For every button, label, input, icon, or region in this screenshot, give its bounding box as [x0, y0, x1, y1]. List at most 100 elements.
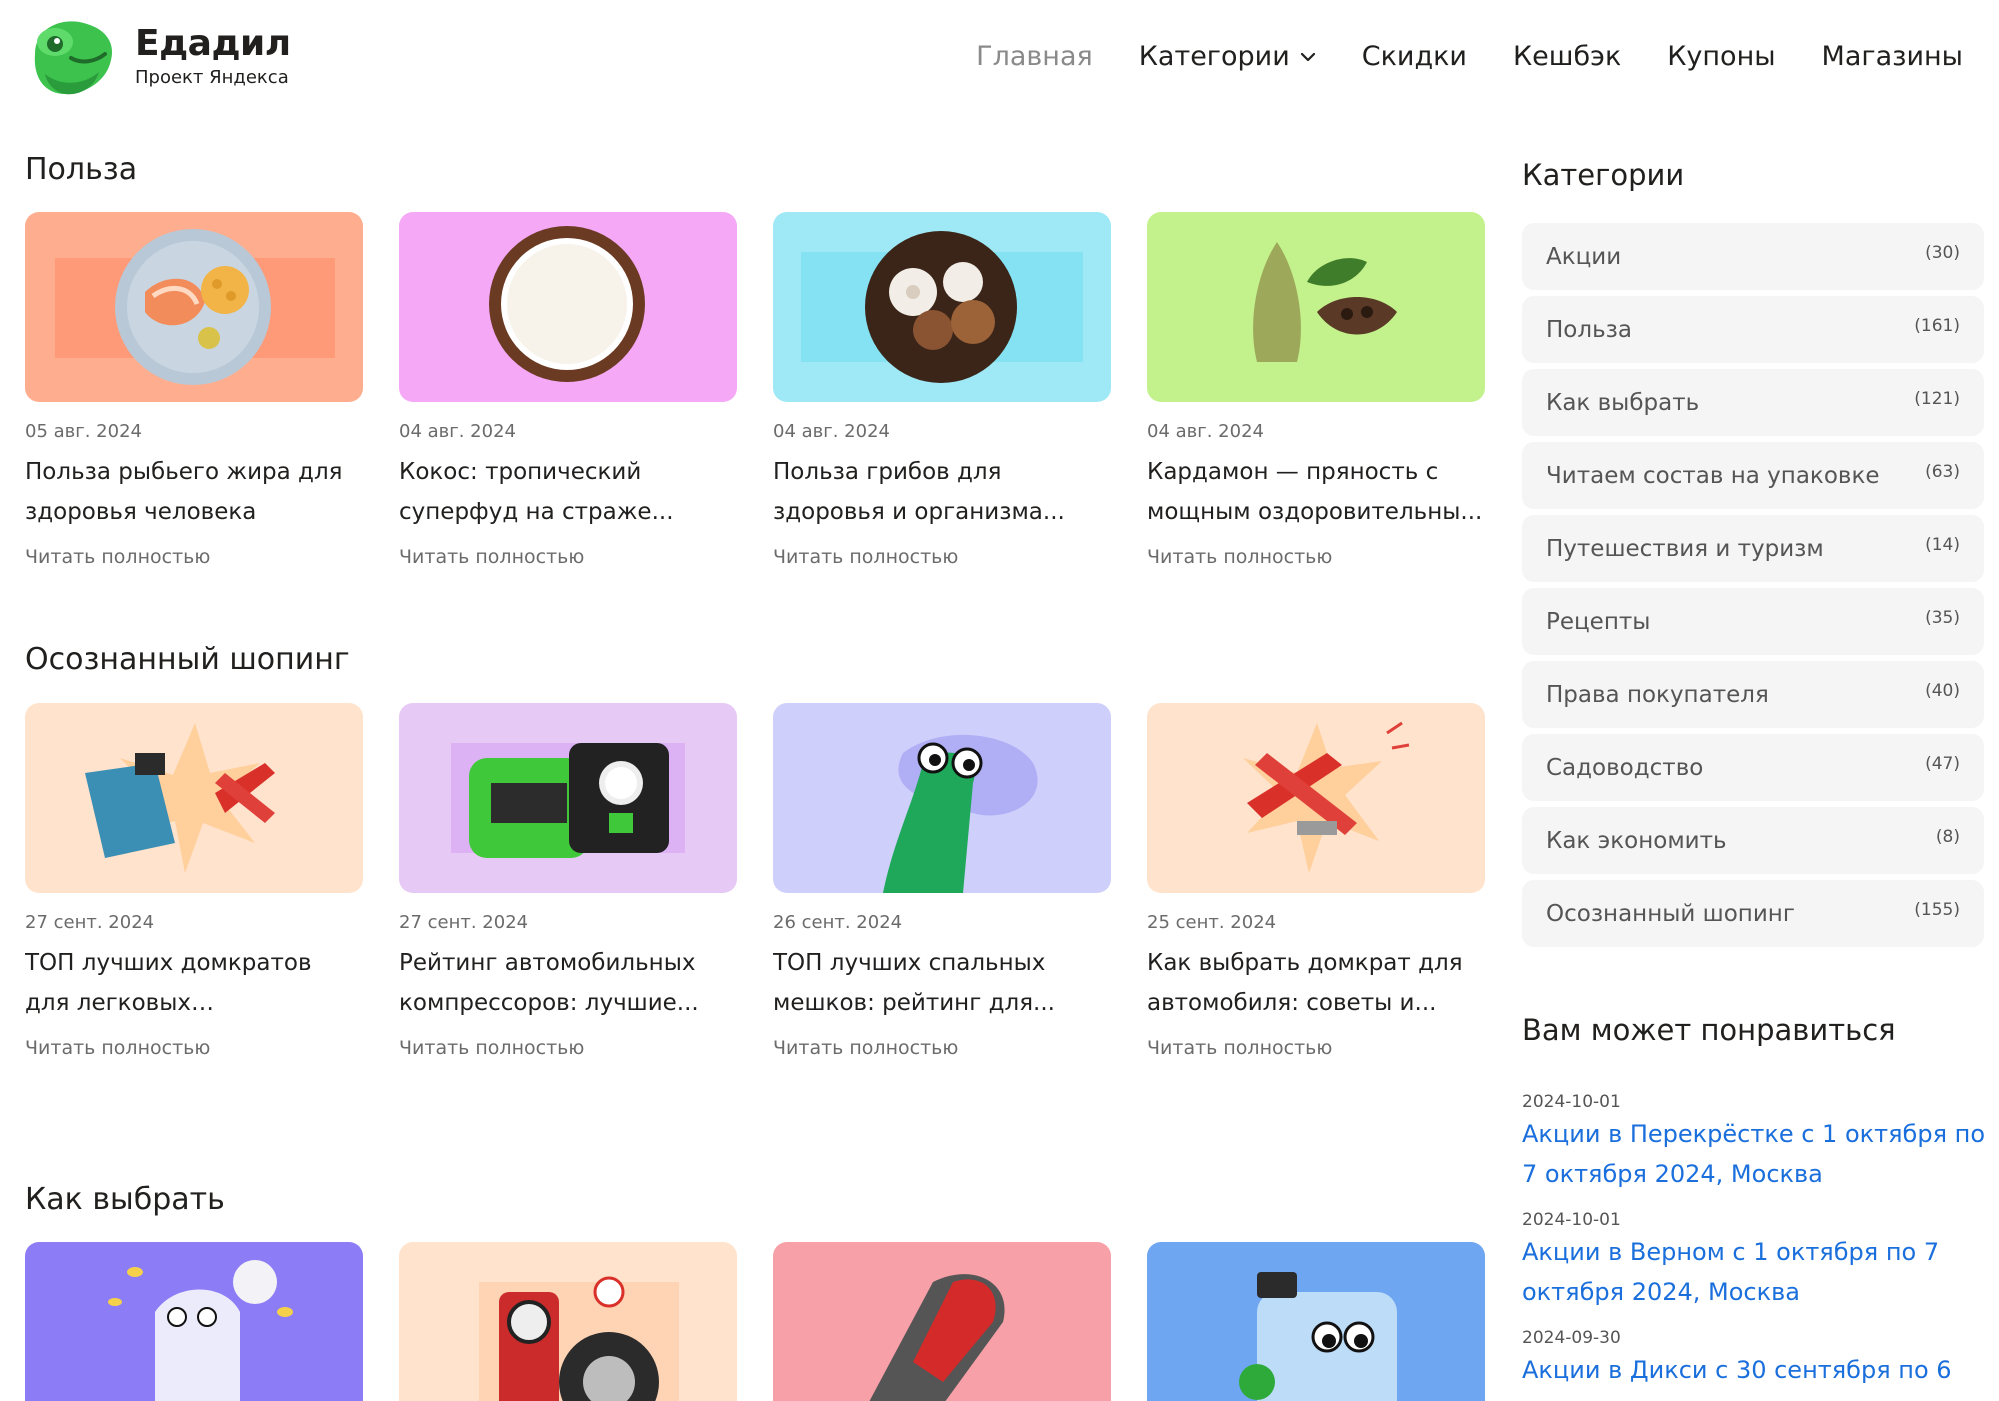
cardamom-icon [1147, 212, 1485, 402]
read-more-link[interactable]: Читать полностью [399, 1035, 737, 1061]
frog-logo-icon [25, 14, 117, 100]
category-count: (14) [1925, 535, 1960, 555]
category-name: Права покупателя [1546, 681, 1769, 708]
article-card[interactable]: 27 сент. 2024 ТОП лучших домкратов для л… [25, 703, 363, 1061]
car-jacks-icon [25, 703, 363, 893]
card-title[interactable]: Кардамон — пряность с мощным оздоровител… [1147, 452, 1485, 532]
mushrooms-icon [773, 212, 1111, 402]
section-title-how-to-choose: Как выбрать [25, 1182, 225, 1217]
category-name: Как экономить [1546, 827, 1727, 854]
category-item[interactable]: Читаем состав на упаковке (63) [1522, 442, 1984, 509]
card-date: 04 авг. 2024 [773, 421, 890, 442]
recommend-date: 2024-10-01 [1522, 1092, 1621, 1112]
vitamins-jar-icon [25, 1242, 363, 1401]
recommend-date: 2024-10-01 [1522, 1210, 1621, 1230]
recommend-title: Вам может понравиться [1522, 1013, 1896, 1047]
nav-coupons[interactable]: Купоны [1667, 38, 1775, 76]
tire-inflator-icon [399, 1242, 737, 1401]
nav-categories[interactable]: Категории [1139, 38, 1316, 76]
recommend-date: 2024-09-30 [1522, 1328, 1621, 1348]
main-nav: Главная Категории Скидки Кешбэк Купоны М… [930, 38, 1963, 76]
article-card[interactable]: 04 авг. 2024 Кардамон — пряность с мощны… [1147, 212, 1485, 570]
recommend-item: 2024-10-01 Акции в Верном с 1 октября по… [1522, 1208, 1992, 1312]
category-count: (8) [1935, 827, 1960, 847]
sleeping-bag-icon [773, 703, 1111, 893]
logo[interactable]: Едадил Проект Яндекса [25, 14, 291, 100]
category-item[interactable]: Как экономить (8) [1522, 807, 1984, 874]
category-item[interactable]: Осознанный шопинг (155) [1522, 880, 1984, 947]
card-title[interactable]: Рейтинг автомобильных компрессоров: лучш… [399, 943, 737, 1023]
car-jack-icon [1147, 703, 1485, 893]
article-card[interactable]: 25 сент. 2024 Как выбрать домкрат для ав… [1147, 703, 1485, 1061]
article-card[interactable] [399, 1242, 737, 1401]
read-more-link[interactable]: Читать полностью [399, 544, 737, 570]
sleeping-bag-icon [773, 1242, 1111, 1401]
section-title-benefit: Польза [25, 152, 138, 187]
category-list: Акции (30) Польза (161) Как выбрать (121) Ч… [1522, 223, 1984, 953]
nav-discounts[interactable]: Скидки [1362, 38, 1467, 76]
article-card[interactable]: 04 авг. 2024 Польза грибов для здоровья … [773, 212, 1111, 570]
category-name: Рецепты [1546, 608, 1651, 635]
logo-subtitle: Проект Яндекса [135, 67, 289, 88]
category-item[interactable]: Польза (161) [1522, 296, 1984, 363]
category-name: Как выбрать [1546, 389, 1700, 416]
card-date: 27 сент. 2024 [399, 912, 529, 933]
article-card[interactable] [773, 1242, 1111, 1401]
read-more-link[interactable]: Читать полностью [1147, 1035, 1485, 1061]
card-title[interactable]: Польза грибов для здоровья и организма..… [773, 452, 1111, 532]
recommend-item: 2024-09-30 Акции в Дикси с 30 сентября п… [1522, 1326, 1992, 1390]
category-name: Акции [1546, 243, 1622, 270]
washer-fluid-icon [1147, 1242, 1485, 1401]
read-more-link[interactable]: Читать полностью [773, 544, 1111, 570]
card-title[interactable]: ТОП лучших спальных мешков: рейтинг для.… [773, 943, 1111, 1023]
nav-discounts-label: Скидки [1361, 41, 1467, 72]
card-date: 25 сент. 2024 [1147, 912, 1277, 933]
category-item[interactable]: Как выбрать (121) [1522, 369, 1984, 436]
article-card[interactable]: 26 сент. 2024 ТОП лучших спальных мешков… [773, 703, 1111, 1061]
logo-title: Едадил [135, 23, 291, 64]
article-card[interactable] [1147, 1242, 1485, 1401]
compressor-icon [399, 703, 737, 893]
recommend-link[interactable]: Акции в Дикси с 30 сентября по 6 [1522, 1350, 1992, 1390]
read-more-link[interactable]: Читать полностью [1147, 544, 1485, 570]
read-more-link[interactable]: Читать полностью [773, 1035, 1111, 1061]
card-date: 05 авг. 2024 [25, 421, 142, 442]
category-count: (161) [1914, 316, 1960, 336]
category-count: (35) [1925, 608, 1960, 628]
categories-title: Категории [1522, 158, 1685, 192]
card-date: 04 авг. 2024 [399, 421, 516, 442]
read-more-link[interactable]: Читать полностью [25, 1035, 363, 1061]
article-card[interactable]: 05 авг. 2024 Польза рыбьего жира для здо… [25, 212, 363, 570]
category-count: (30) [1925, 243, 1960, 263]
article-card[interactable]: 04 авг. 2024 Кокос: тропический суперфуд… [399, 212, 737, 570]
category-name: Польза [1546, 316, 1632, 343]
category-name: Путешествия и туризм [1546, 535, 1824, 562]
category-name: Осознанный шопинг [1546, 900, 1795, 927]
card-title[interactable]: Как выбрать домкрат для автомобиля: сове… [1147, 943, 1485, 1023]
recommend-link[interactable]: Акции в Перекрёстке с 1 октября по 7 окт… [1522, 1114, 1992, 1194]
card-date: 26 сент. 2024 [773, 912, 903, 933]
chevron-down-icon [1300, 52, 1315, 62]
recommend-item: 2024-10-01 Акции в Перекрёстке с 1 октяб… [1522, 1090, 1992, 1194]
category-item[interactable]: Садоводство (47) [1522, 734, 1984, 801]
nav-cashback[interactable]: Кешбэк [1513, 38, 1621, 76]
card-title[interactable]: Кокос: тропический суперфуд на страже... [399, 452, 737, 532]
nav-stores[interactable]: Магазины [1822, 38, 1963, 76]
article-card[interactable]: 27 сент. 2024 Рейтинг автомобильных комп… [399, 703, 737, 1061]
card-title[interactable]: ТОП лучших домкратов для легковых автомо… [25, 943, 363, 1023]
category-item[interactable]: Путешествия и туризм (14) [1522, 515, 1984, 582]
category-item[interactable]: Рецепты (35) [1522, 588, 1984, 655]
category-count: (47) [1925, 754, 1960, 774]
card-title[interactable]: Польза рыбьего жира для здоровья человек… [25, 452, 363, 532]
category-item[interactable]: Права покупателя (40) [1522, 661, 1984, 728]
category-count: (121) [1914, 389, 1960, 409]
read-more-link[interactable]: Читать полностью [25, 544, 363, 570]
plate-fish-icon [25, 212, 363, 402]
article-card[interactable] [25, 1242, 363, 1401]
coconut-icon [399, 212, 737, 402]
nav-home-label: Главная [976, 41, 1093, 72]
nav-home[interactable]: Главная [976, 38, 1093, 76]
category-item[interactable]: Акции (30) [1522, 223, 1984, 290]
recommend-link[interactable]: Акции в Верном с 1 октября по 7 октября … [1522, 1232, 1992, 1312]
nav-coupons-label: Купоны [1667, 41, 1776, 72]
